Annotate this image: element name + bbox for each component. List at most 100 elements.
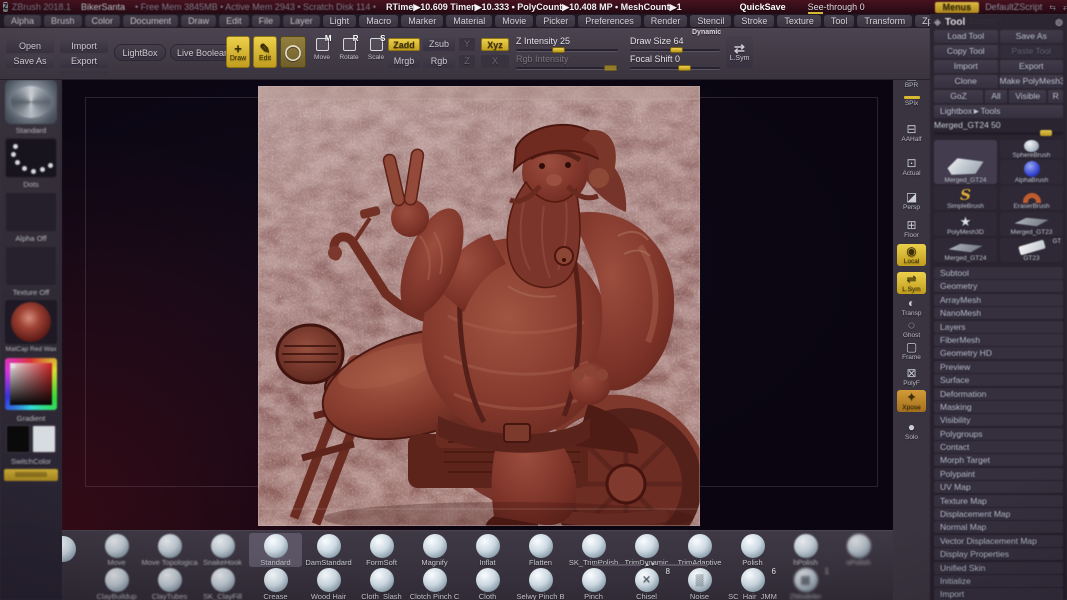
active-tool-track[interactable] — [934, 132, 1063, 135]
tool-thumbnail-simplebrush[interactable]: SSimpleBrush — [934, 186, 997, 210]
tool-thumbnail-gt23[interactable]: GTGT23 — [1000, 238, 1063, 262]
current-alpha-thumbnail[interactable] — [5, 192, 57, 232]
tool-thumbnail-alphabrush[interactable]: AlphaBrush — [1000, 160, 1063, 184]
brush-partial-thumbnail[interactable] — [62, 536, 76, 562]
subpalette-vector-displacement-map[interactable]: Vector Displacement Map — [934, 535, 1063, 547]
rgb-intensity-track[interactable] — [516, 67, 618, 70]
aahalf-button[interactable]: ⊟AAHalf — [897, 122, 926, 144]
menu-color[interactable]: Color — [85, 15, 121, 27]
subpalette-displacement-map[interactable]: Displacement Map — [934, 508, 1063, 520]
seethrough-slider[interactable]: See-through 0 — [808, 2, 865, 12]
swap-arrows-icon[interactable]: ⇆ — [1049, 3, 1056, 12]
z-intensity-slider[interactable]: Z Intensity 25 — [516, 36, 618, 52]
menu-stencil[interactable]: Stencil — [690, 15, 731, 27]
main-color-swatch[interactable] — [6, 425, 30, 453]
subpalette-polygroups[interactable]: Polygroups — [934, 428, 1063, 440]
menu-draw[interactable]: Draw — [181, 15, 216, 27]
floor-button[interactable]: ⊞Floor — [897, 218, 926, 240]
draw-size-handle[interactable] — [670, 47, 683, 53]
brush-polish[interactable]: Polish — [726, 533, 779, 567]
brush-magnify[interactable]: Magnify — [408, 533, 461, 567]
tool-clone-button[interactable]: Clone — [934, 75, 998, 88]
scroll-arrows-icon[interactable]: ▲▼ — [644, 562, 656, 568]
menu-layer[interactable]: Layer — [283, 15, 320, 27]
tool-thumbnail-merged-gt24[interactable]: Merged_GT24 — [934, 238, 997, 262]
menu-stroke[interactable]: Stroke — [734, 15, 774, 27]
menu-material[interactable]: Material — [446, 15, 492, 27]
seethrough-handle[interactable] — [808, 12, 823, 14]
tool-load-tool-button[interactable]: Load Tool — [934, 30, 998, 43]
menu-edit[interactable]: Edit — [219, 15, 249, 27]
tool-export-button[interactable]: Export — [1000, 60, 1064, 73]
spix-button[interactable]: SPix — [897, 94, 926, 108]
subpalette-morph-target[interactable]: Morph Target — [934, 454, 1063, 466]
subpalette-polypaint[interactable]: Polypaint — [934, 468, 1063, 480]
axis-y-button[interactable]: Y — [459, 38, 475, 51]
brush-move-topological[interactable]: Move Topological — [143, 533, 196, 567]
subpalette-layers[interactable]: Layers — [934, 321, 1063, 333]
brush-pinch[interactable]: Pinch — [567, 567, 620, 600]
default-zscript-button[interactable]: DefaultZScript — [985, 2, 1042, 12]
menu-tool[interactable]: Tool — [824, 15, 855, 27]
actual-button[interactable]: ⊡Actual — [897, 156, 926, 178]
current-brush-thumbnail[interactable] — [5, 80, 57, 124]
menu-document[interactable]: Document — [123, 15, 178, 27]
draw-size-track[interactable] — [630, 49, 720, 52]
axis-z-button[interactable]: Z — [459, 55, 475, 68]
tool-r-button[interactable]: R — [1048, 90, 1063, 103]
brush-claybuildup[interactable]: ClayBuildup — [90, 567, 143, 600]
tool-paste-tool-button[interactable]: Paste Tool — [1000, 45, 1064, 58]
rgb-intensity-handle[interactable] — [604, 65, 617, 71]
persp-button[interactable]: ◪Persp — [897, 190, 926, 212]
brush-hpolish[interactable]: hPolish — [779, 533, 832, 567]
save-as-button[interactable]: Save As — [6, 55, 54, 68]
sculpt-document[interactable] — [258, 86, 700, 526]
subpalette-geometry-hd[interactable]: Geometry HD — [934, 347, 1063, 359]
tool-thumbnail-polymesh3d[interactable]: ★PolyMesh3D — [934, 212, 997, 236]
subpalette-nanomesh[interactable]: NanoMesh — [934, 307, 1063, 319]
lightbox-tools-button[interactable]: Lightbox►Tools — [934, 105, 1063, 118]
brush-cloth-slash[interactable]: Cloth_Slash — [355, 567, 408, 600]
tool-thumbnail-merged-gt23[interactable]: Merged_GT23 — [1000, 212, 1063, 236]
export-button[interactable]: Export — [60, 55, 108, 68]
polyf-button[interactable]: ⊠PolyF — [897, 366, 926, 388]
focal-shift-track[interactable] — [630, 67, 720, 70]
brush-claytubes[interactable]: ClayTubes — [143, 567, 196, 600]
local-button[interactable]: ◉Local — [897, 244, 926, 266]
tool-goz-button[interactable]: GoZ — [934, 90, 983, 103]
subpalette-uv-map[interactable]: UV Map — [934, 481, 1063, 493]
brush-inflat[interactable]: Inflat — [461, 533, 514, 567]
tray-scrollbar[interactable]: ▲▼ — [592, 562, 708, 568]
brush-spolish[interactable]: sPolish — [832, 533, 885, 567]
brush-selwy-pinch-b[interactable]: Selwy Pinch B — [514, 567, 567, 600]
spix-slider-handle[interactable] — [904, 96, 920, 99]
tool-save-as-button[interactable]: Save As — [1000, 30, 1064, 43]
subpalette-contact[interactable]: Contact — [934, 441, 1063, 453]
lsym-button[interactable]: ⇌L.Sym — [897, 272, 926, 294]
import-button[interactable]: Import — [60, 40, 108, 53]
brush-standard[interactable]: Standard — [249, 533, 302, 567]
subpalette-preview[interactable]: Preview — [934, 361, 1063, 373]
brush-flatten[interactable]: Flatten — [514, 533, 567, 567]
subpalette-initialize[interactable]: Initialize — [934, 575, 1063, 587]
lsym-button[interactable]: ⇄ L.Sym — [726, 36, 753, 68]
tool-thumbnail-merged-gt24[interactable]: Merged_GT24 — [934, 140, 997, 184]
subpalette-import[interactable]: Import — [934, 588, 1063, 600]
current-material-thumbnail[interactable] — [5, 300, 57, 344]
rotate-gyro-button[interactable]: R Rotate — [338, 38, 360, 68]
active-tool-handle[interactable] — [1040, 130, 1052, 136]
menu-render[interactable]: Render — [644, 15, 688, 27]
scale-gyro-button[interactable]: S Scale — [365, 38, 387, 68]
active-tool-slider[interactable]: Merged_GT24 50 — [934, 120, 1063, 137]
menu-texture[interactable]: Texture — [777, 15, 821, 27]
xyz-button[interactable]: Xyz — [481, 38, 509, 51]
brush-clotch-pinch-c[interactable]: Clotch Pinch C — [408, 567, 461, 600]
swap-arrows-icon[interactable]: ⇄ — [1063, 3, 1067, 12]
tool-import-button[interactable]: Import — [934, 60, 998, 73]
zadd-button[interactable]: Zadd — [388, 38, 420, 51]
mrgb-button[interactable]: Mrgb — [388, 55, 420, 68]
menu-alpha[interactable]: Alpha — [4, 15, 41, 27]
move-gyro-button[interactable]: M Move — [311, 38, 333, 68]
tool-thumbnail-eraserbrush[interactable]: EraserBrush — [1000, 186, 1063, 210]
subpalette-geometry[interactable]: Geometry — [934, 280, 1063, 292]
